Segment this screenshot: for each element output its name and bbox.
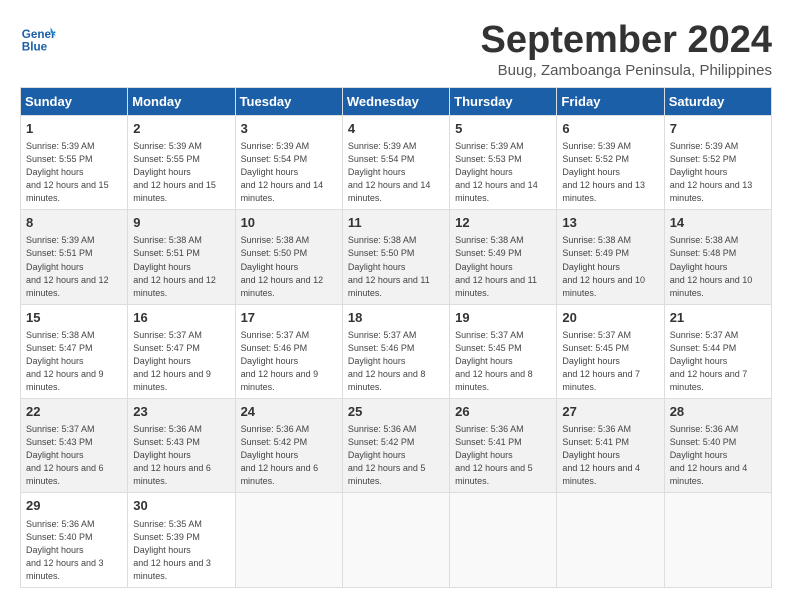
table-cell: 20 Sunrise: 5:37 AMSunset: 5:45 PMDaylig… <box>557 304 664 398</box>
month-title: September 2024 <box>481 20 773 62</box>
table-cell: 21 Sunrise: 5:37 AMSunset: 5:44 PMDaylig… <box>664 304 771 398</box>
table-cell <box>450 493 557 587</box>
col-monday: Monday <box>128 87 235 115</box>
table-cell: 17 Sunrise: 5:37 AMSunset: 5:46 PMDaylig… <box>235 304 342 398</box>
table-cell: 8 Sunrise: 5:39 AMSunset: 5:51 PMDayligh… <box>21 210 128 304</box>
table-cell: 30 Sunrise: 5:35 AMSunset: 5:39 PMDaylig… <box>128 493 235 587</box>
logo: General Blue <box>20 20 56 56</box>
table-cell: 24 Sunrise: 5:36 AMSunset: 5:42 PMDaylig… <box>235 399 342 493</box>
table-cell: 10 Sunrise: 5:38 AMSunset: 5:50 PMDaylig… <box>235 210 342 304</box>
svg-text:Blue: Blue <box>22 41 48 54</box>
table-cell: 4 Sunrise: 5:39 AMSunset: 5:54 PMDayligh… <box>342 115 449 209</box>
title-block: September 2024 Buug, Zamboanga Peninsula… <box>481 20 773 79</box>
table-cell: 2 Sunrise: 5:39 AMSunset: 5:55 PMDayligh… <box>128 115 235 209</box>
table-cell: 5 Sunrise: 5:39 AMSunset: 5:53 PMDayligh… <box>450 115 557 209</box>
logo-icon: General Blue <box>20 20 56 56</box>
table-cell <box>342 493 449 587</box>
table-cell <box>664 493 771 587</box>
table-cell: 6 Sunrise: 5:39 AMSunset: 5:52 PMDayligh… <box>557 115 664 209</box>
page-header: General Blue September 2024 Buug, Zamboa… <box>20 20 772 79</box>
calendar-row: 29 Sunrise: 5:36 AMSunset: 5:40 PMDaylig… <box>21 493 772 587</box>
calendar-row: 8 Sunrise: 5:39 AMSunset: 5:51 PMDayligh… <box>21 210 772 304</box>
calendar-row: 22 Sunrise: 5:37 AMSunset: 5:43 PMDaylig… <box>21 399 772 493</box>
table-cell: 12 Sunrise: 5:38 AMSunset: 5:49 PMDaylig… <box>450 210 557 304</box>
table-cell: 26 Sunrise: 5:36 AMSunset: 5:41 PMDaylig… <box>450 399 557 493</box>
table-cell: 19 Sunrise: 5:37 AMSunset: 5:45 PMDaylig… <box>450 304 557 398</box>
table-cell: 22 Sunrise: 5:37 AMSunset: 5:43 PMDaylig… <box>21 399 128 493</box>
calendar-row: 15 Sunrise: 5:38 AMSunset: 5:47 PMDaylig… <box>21 304 772 398</box>
calendar-row: 1 Sunrise: 5:39 AMSunset: 5:55 PMDayligh… <box>21 115 772 209</box>
location-subtitle: Buug, Zamboanga Peninsula, Philippines <box>481 62 773 79</box>
calendar-table: Sunday Monday Tuesday Wednesday Thursday… <box>20 87 772 588</box>
table-cell: 9 Sunrise: 5:38 AMSunset: 5:51 PMDayligh… <box>128 210 235 304</box>
table-cell: 28 Sunrise: 5:36 AMSunset: 5:40 PMDaylig… <box>664 399 771 493</box>
table-cell <box>235 493 342 587</box>
table-cell: 23 Sunrise: 5:36 AMSunset: 5:43 PMDaylig… <box>128 399 235 493</box>
col-saturday: Saturday <box>664 87 771 115</box>
table-cell <box>557 493 664 587</box>
table-cell: 11 Sunrise: 5:38 AMSunset: 5:50 PMDaylig… <box>342 210 449 304</box>
table-cell: 25 Sunrise: 5:36 AMSunset: 5:42 PMDaylig… <box>342 399 449 493</box>
table-cell: 18 Sunrise: 5:37 AMSunset: 5:46 PMDaylig… <box>342 304 449 398</box>
table-cell: 27 Sunrise: 5:36 AMSunset: 5:41 PMDaylig… <box>557 399 664 493</box>
table-cell: 13 Sunrise: 5:38 AMSunset: 5:49 PMDaylig… <box>557 210 664 304</box>
col-wednesday: Wednesday <box>342 87 449 115</box>
table-cell: 29 Sunrise: 5:36 AMSunset: 5:40 PMDaylig… <box>21 493 128 587</box>
col-sunday: Sunday <box>21 87 128 115</box>
col-thursday: Thursday <box>450 87 557 115</box>
table-cell: 1 Sunrise: 5:39 AMSunset: 5:55 PMDayligh… <box>21 115 128 209</box>
header-row: Sunday Monday Tuesday Wednesday Thursday… <box>21 87 772 115</box>
table-cell: 16 Sunrise: 5:37 AMSunset: 5:47 PMDaylig… <box>128 304 235 398</box>
col-friday: Friday <box>557 87 664 115</box>
table-cell: 7 Sunrise: 5:39 AMSunset: 5:52 PMDayligh… <box>664 115 771 209</box>
table-cell: 3 Sunrise: 5:39 AMSunset: 5:54 PMDayligh… <box>235 115 342 209</box>
table-cell: 14 Sunrise: 5:38 AMSunset: 5:48 PMDaylig… <box>664 210 771 304</box>
col-tuesday: Tuesday <box>235 87 342 115</box>
table-cell: 15 Sunrise: 5:38 AMSunset: 5:47 PMDaylig… <box>21 304 128 398</box>
